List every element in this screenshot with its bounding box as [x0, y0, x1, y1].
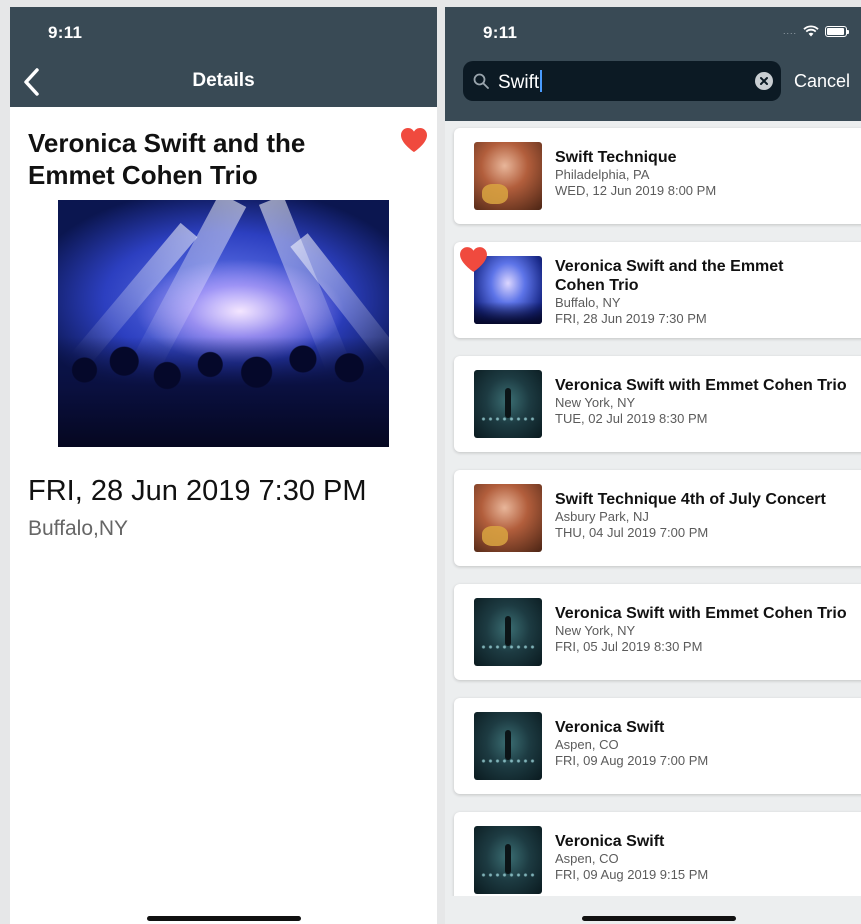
result-location: Philadelphia, PA: [555, 167, 650, 182]
status-time: 9:11: [483, 23, 518, 42]
favorite-heart-icon[interactable]: [459, 246, 488, 273]
cancel-button[interactable]: Cancel: [794, 71, 850, 92]
home-indicator[interactable]: [147, 916, 301, 921]
result-title: Swift Technique: [555, 149, 677, 166]
result-location: Aspen, CO: [555, 851, 619, 866]
event-thumbnail: [474, 712, 542, 780]
result-date: TUE, 02 Jul 2019 8:30 PM: [555, 411, 708, 426]
result-title: Swift Technique 4th of July Concert: [555, 491, 826, 508]
search-query: Swift: [498, 72, 540, 93]
result-location: New York, NY: [555, 395, 636, 410]
nav-bar: Details: [10, 51, 437, 107]
result-location: Buffalo, NY: [555, 295, 621, 310]
result-title: Veronica Swift: [555, 719, 665, 736]
result-date: FRI, 28 Jun 2019 7:30 PM: [555, 311, 707, 326]
results-list: Swift Technique Philadelphia, PA WED, 12…: [445, 121, 861, 896]
battery-icon: [825, 25, 849, 37]
result-card[interactable]: Veronica Swift with Emmet Cohen Trio New…: [454, 584, 861, 680]
home-indicator[interactable]: [582, 916, 736, 921]
clear-search-icon[interactable]: [755, 72, 773, 90]
result-card[interactable]: Veronica Swift Aspen, CO FRI, 09 Aug 201…: [454, 812, 861, 896]
result-card[interactable]: Veronica Swift and the Emmet Cohen Trio …: [454, 242, 861, 338]
result-title: Veronica Swift with Emmet Cohen Trio: [555, 605, 847, 622]
nav-title: Details: [192, 70, 255, 91]
event-thumbnail: [474, 484, 542, 552]
event-thumbnail: [474, 142, 542, 210]
result-date: WED, 12 Jun 2019 8:00 PM: [555, 183, 717, 198]
event-thumbnail: [474, 826, 542, 894]
result-card[interactable]: Swift Technique 4th of July Concert Asbu…: [454, 470, 861, 566]
result-card[interactable]: Swift Technique Philadelphia, PA WED, 12…: [454, 128, 861, 224]
details-screen: 9:11 Details Veronica Swift and the Emme…: [10, 7, 437, 924]
event-image: [58, 200, 389, 447]
event-location: Buffalo,NY: [28, 517, 129, 540]
event-title: Veronica Swift and the Emmet Cohen Trio: [28, 128, 306, 190]
search-screen: 9:11 .... Swift Cancel Swift Technique P…: [445, 7, 861, 924]
result-card[interactable]: Veronica Swift with Emmet Cohen Trio New…: [454, 356, 861, 452]
result-location: New York, NY: [555, 623, 636, 638]
status-bar: 9:11 ....: [445, 7, 861, 51]
result-date: FRI, 09 Aug 2019 7:00 PM: [555, 753, 709, 768]
signal-dots-icon: ....: [782, 26, 797, 36]
status-bar: 9:11: [10, 7, 437, 51]
search-input[interactable]: Swift: [463, 61, 781, 101]
result-date: THU, 04 Jul 2019 7:00 PM: [555, 525, 709, 540]
result-location: Asbury Park, NJ: [555, 509, 649, 524]
status-time: 9:11: [48, 23, 83, 42]
result-title: Veronica Swift and the Emmet Cohen Trio: [555, 258, 784, 294]
favorite-heart-icon[interactable]: [400, 127, 428, 153]
event-date: FRI, 28 Jun 2019 7:30 PM: [28, 475, 367, 507]
result-title: Veronica Swift with Emmet Cohen Trio: [555, 377, 847, 394]
event-thumbnail: [474, 370, 542, 438]
result-location: Aspen, CO: [555, 737, 619, 752]
search-icon: [473, 73, 489, 89]
wifi-icon: [803, 25, 819, 37]
result-date: FRI, 09 Aug 2019 9:15 PM: [555, 867, 709, 882]
search-bar: Swift Cancel: [445, 51, 861, 121]
result-date: FRI, 05 Jul 2019 8:30 PM: [555, 639, 703, 654]
result-title: Veronica Swift: [555, 833, 665, 850]
result-card[interactable]: Veronica Swift Aspen, CO FRI, 09 Aug 201…: [454, 698, 861, 794]
event-thumbnail: [474, 598, 542, 666]
